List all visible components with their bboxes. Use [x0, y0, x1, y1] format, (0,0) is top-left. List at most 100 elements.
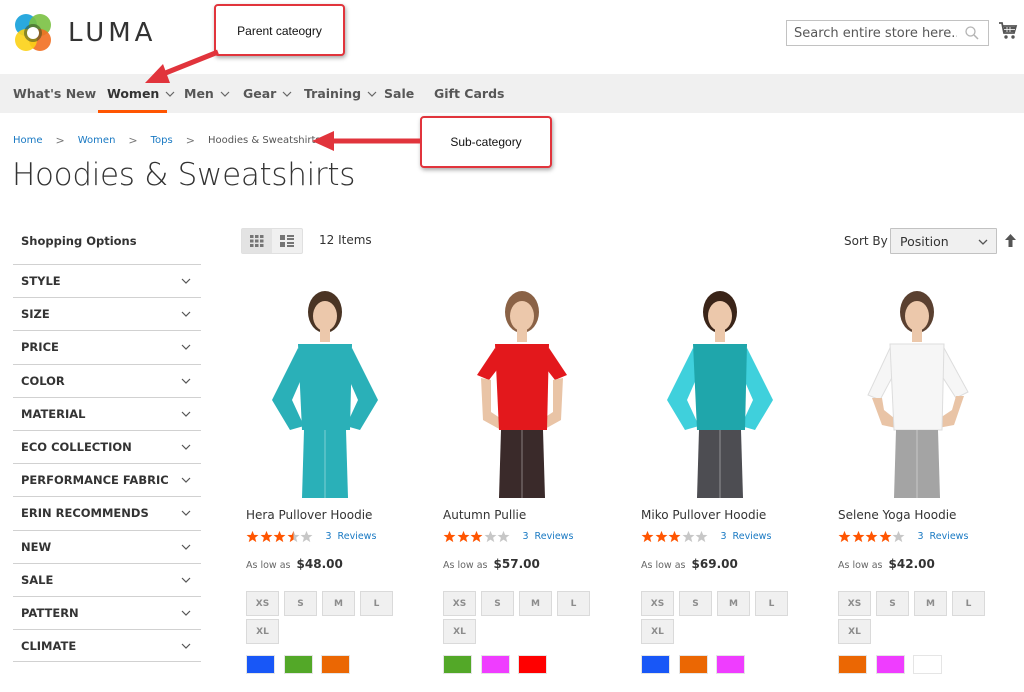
filter-performance-fabric[interactable]: PERFORMANCE FABRIC [13, 463, 201, 496]
product-image[interactable] [635, 280, 805, 498]
filter-label: PRICE [21, 340, 59, 355]
filter-price[interactable]: PRICE [13, 330, 201, 363]
breadcrumb-women[interactable]: Women [78, 135, 116, 146]
color-swatch[interactable] [480, 655, 510, 674]
search-box[interactable] [786, 20, 989, 46]
color-swatch[interactable] [716, 655, 745, 674]
size-option-xs[interactable]: XS [838, 591, 871, 616]
size-option-xs[interactable]: XS [641, 591, 674, 616]
size-option-xs[interactable]: XS [246, 591, 279, 616]
filter-material[interactable]: MATERIAL [13, 396, 201, 430]
size-option-m[interactable]: M [914, 591, 947, 616]
breadcrumb-tops[interactable]: Tops [151, 135, 173, 146]
arrow-sub-icon [312, 131, 422, 151]
filter-new[interactable]: NEW [13, 529, 201, 563]
product-price: As low as $48.00 [246, 557, 343, 571]
filter-erin-recommends[interactable]: ERIN RECOMMENDS [13, 496, 201, 529]
filter-color[interactable]: COLOR [13, 363, 201, 397]
star-filled-icon [865, 530, 878, 543]
nav-item-gear[interactable]: Gear [243, 74, 292, 113]
size-option-xl[interactable]: XL [838, 619, 871, 644]
star-filled-icon [246, 530, 259, 543]
breadcrumb-home[interactable]: Home [13, 135, 43, 146]
product-rating: 3 Reviews [443, 530, 573, 543]
color-swatch[interactable] [321, 655, 350, 674]
size-option-s[interactable]: S [284, 591, 317, 616]
nav-item-training[interactable]: Training [304, 74, 377, 113]
size-option-xl[interactable]: XL [246, 619, 279, 644]
filter-label: PERFORMANCE FABRIC [21, 473, 169, 488]
size-option-xl[interactable]: XL [641, 619, 674, 644]
color-swatch[interactable] [838, 655, 867, 674]
reviews-count: 3 [917, 531, 924, 542]
filter-sale[interactable]: SALE [13, 562, 201, 596]
breadcrumb-separator: > [128, 134, 138, 147]
size-option-xl[interactable]: XL [443, 619, 476, 644]
rating-stars [246, 530, 314, 543]
filter-eco-collection[interactable]: ECO COLLECTION [13, 429, 201, 463]
store-logo[interactable]: LUMA [12, 12, 156, 54]
shopping-cart-icon[interactable] [998, 21, 1018, 41]
product-name[interactable]: Hera Pullover Hoodie [246, 508, 372, 522]
size-option-m[interactable]: M [519, 591, 552, 616]
size-option-m[interactable]: M [717, 591, 750, 616]
reviews-link[interactable]: 3 Reviews [523, 531, 574, 542]
nav-item-gift-cards[interactable]: Gift Cards [434, 74, 504, 113]
size-option-xs[interactable]: XS [443, 591, 476, 616]
reviews-link[interactable]: 3 Reviews [721, 531, 772, 542]
nav-item-women[interactable]: Women [107, 74, 175, 113]
filter-style[interactable]: STYLE [13, 264, 201, 297]
product-image-container[interactable] [240, 280, 410, 498]
product-image-container[interactable] [635, 280, 805, 498]
price-value: $69.00 [691, 557, 738, 571]
filter-pattern[interactable]: PATTERN [13, 595, 201, 629]
color-swatch[interactable] [913, 655, 942, 674]
product-image-container[interactable] [437, 280, 607, 498]
color-swatch[interactable] [678, 655, 708, 674]
product-rating: 3 Reviews [838, 530, 968, 543]
active-nav-indicator [98, 110, 167, 113]
nav-item-whats-new[interactable]: What's New [13, 74, 96, 113]
color-swatch[interactable] [246, 655, 275, 674]
size-option-s[interactable]: S [679, 591, 712, 616]
magnifier-icon[interactable] [964, 25, 980, 41]
reviews-link[interactable]: 3 Reviews [918, 531, 969, 542]
sort-by-select[interactable]: Position [890, 228, 997, 254]
product-image-container[interactable] [832, 280, 1002, 498]
product-image[interactable] [832, 280, 1002, 498]
site-header: LUMA [0, 0, 1024, 74]
size-option-l[interactable]: L [557, 591, 590, 616]
size-option-l[interactable]: L [952, 591, 985, 616]
color-swatch[interactable] [443, 655, 472, 674]
search-input[interactable] [787, 21, 957, 45]
size-option-l[interactable]: L [360, 591, 393, 616]
filter-label: SIZE [21, 307, 50, 322]
chevron-down-icon [367, 91, 377, 97]
list-mode-button[interactable] [272, 229, 302, 253]
product-name[interactable]: Autumn Pullie [443, 508, 526, 522]
product-name[interactable]: Selene Yoga Hoodie [838, 508, 956, 522]
price-value: $42.00 [888, 557, 935, 571]
product-image[interactable] [240, 280, 410, 498]
list-icon [280, 235, 294, 247]
product-image[interactable] [437, 280, 607, 498]
product-name[interactable]: Miko Pullover Hoodie [641, 508, 766, 522]
size-option-l[interactable]: L [755, 591, 788, 616]
filter-size[interactable]: SIZE [13, 297, 201, 330]
size-option-m[interactable]: M [322, 591, 355, 616]
size-option-s[interactable]: S [876, 591, 909, 616]
grid-mode-button[interactable] [242, 229, 272, 253]
color-swatch[interactable] [518, 655, 547, 674]
item-count: 12 Items [319, 233, 372, 247]
filter-label: STYLE [21, 274, 61, 289]
color-swatch[interactable] [283, 655, 313, 674]
color-swatch[interactable] [641, 655, 670, 674]
nav-item-men[interactable]: Men [184, 74, 230, 113]
filter-climate[interactable]: CLIMATE [13, 629, 201, 663]
sort-direction-arrow-up-icon[interactable] [1005, 234, 1016, 247]
filter-label: ECO COLLECTION [21, 440, 132, 455]
reviews-link[interactable]: 3 Reviews [326, 531, 377, 542]
nav-item-sale[interactable]: Sale [384, 74, 414, 113]
size-option-s[interactable]: S [481, 591, 514, 616]
color-swatch[interactable] [875, 655, 905, 674]
